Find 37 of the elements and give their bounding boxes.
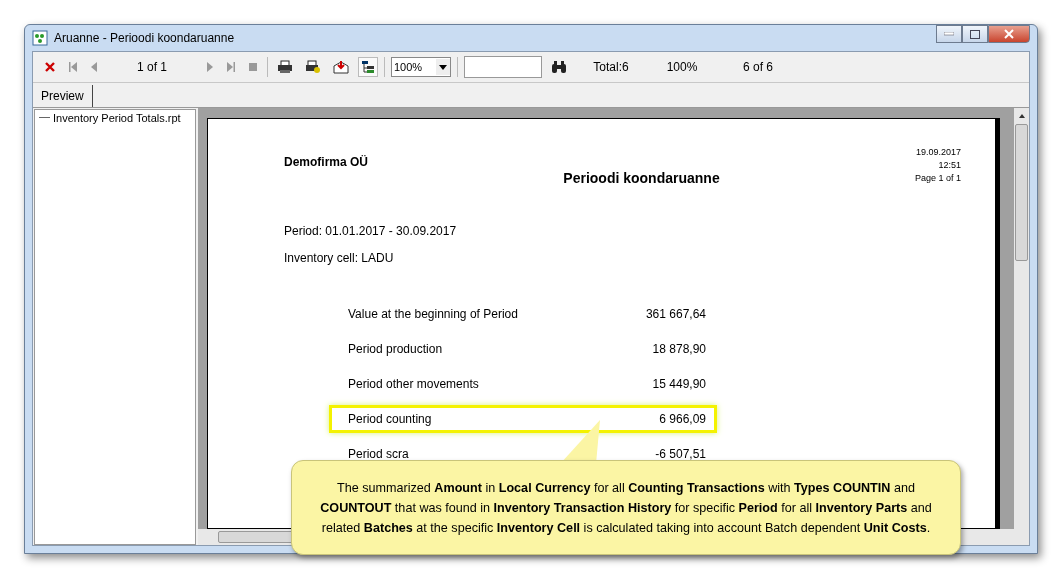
vertical-scrollbar[interactable] [1014,108,1029,529]
report-date: 19.09.2017 [915,147,961,157]
zoom-percent: 100% [665,60,699,74]
row-label: Period production [348,342,443,356]
minimize-button[interactable] [936,25,962,43]
company-name: Demofirma OÜ [284,154,369,171]
inventory-cell-label: Inventory cell: LADU [284,251,395,265]
maximize-icon [970,29,980,39]
row-label: Period counting [348,412,432,426]
minimize-icon [944,32,954,36]
close-icon [1004,29,1014,39]
report-title: Perioodi koondaruanne [562,169,721,186]
window-title: Aruanne - Perioodi koondaruanne [54,31,236,45]
tree-item[interactable]: Inventory Period Totals.rpt [53,112,181,124]
zoom-select[interactable]: 100% [391,57,451,77]
row-label: Period other movements [348,377,479,391]
page-counter: 1 of 1 [136,60,168,74]
row-value: 18 878,90 [652,342,706,356]
app-icon [32,30,48,46]
row-value: -6 507,51 [655,447,706,461]
row-value: 15 449,90 [652,377,706,391]
search-field[interactable] [464,56,542,78]
tree-toggle-icon[interactable] [358,57,378,77]
row-value: 361 667,64 [645,307,706,321]
report-time: 12:51 [938,160,961,170]
close-button[interactable] [988,25,1030,43]
tree-line-icon [39,117,50,119]
period-label: Period: 01.01.2017 - 30.09.2017 [284,224,458,238]
record-counter: 6 of 6 [742,60,774,74]
callout-text: The summarized Amount in Local Currency for all Counting Transactions with Types COUNTIN and COUNTOUT that was found in Inventory Transaction History for specific Period for all Inventory Parts and related Batches at the specific Inventory Cell is calculated taking into account Batch dependent Unit Costs. [319,479,933,537]
maximize-button[interactable] [962,25,988,43]
page-number: Page 1 of 1 [914,173,961,183]
row-label: Value at the beginning of Period [348,307,518,321]
total-count: Total:6 [592,60,630,74]
row-value: 6 966,09 [659,412,706,426]
row-label: Period scra [348,447,409,461]
scroll-up-icon[interactable] [1017,112,1026,120]
